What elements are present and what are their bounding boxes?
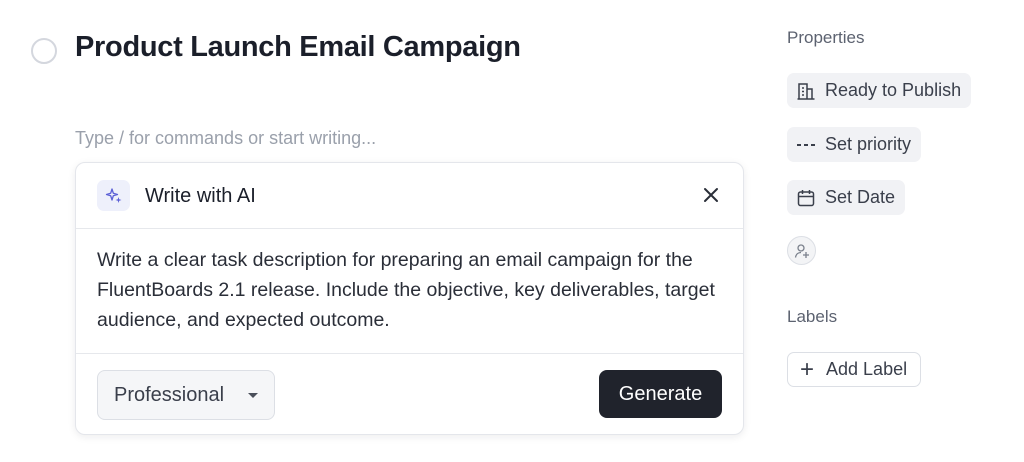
calendar-icon [795, 187, 817, 209]
task-title[interactable]: Product Launch Email Campaign [75, 31, 521, 64]
ai-panel-title: Write with AI [145, 185, 256, 207]
date-chip[interactable]: Set Date [787, 180, 906, 215]
close-icon[interactable] [699, 181, 723, 209]
ai-writer-panel: Write with AI Write a clear task descrip… [75, 162, 744, 435]
generate-button[interactable]: Generate [599, 370, 722, 418]
priority-chip-label: Set priority [825, 134, 912, 154]
priority-chip[interactable]: Set priority [787, 127, 922, 162]
task-status-toggle[interactable] [31, 38, 57, 64]
building-icon [795, 80, 817, 102]
dashes-icon [795, 134, 817, 156]
sparkle-icon [97, 180, 130, 211]
plus-icon: + [800, 355, 815, 383]
add-label-text: Add Label [826, 359, 908, 379]
add-label-button[interactable]: + Add Label [787, 352, 922, 387]
tone-select-value: Professional [114, 383, 225, 406]
date-chip-label: Set Date [825, 187, 896, 207]
ai-prompt-textarea[interactable]: Write a clear task description for prepa… [97, 245, 737, 335]
status-chip-label: Ready to Publish [825, 80, 962, 100]
properties-heading: Properties [787, 28, 865, 47]
ai-panel-header: Write with AI [76, 163, 743, 229]
status-chip[interactable]: Ready to Publish [787, 73, 972, 108]
editor-placeholder[interactable]: Type / for commands or start writing... [75, 128, 376, 149]
labels-heading: Labels [787, 307, 838, 326]
caret-down-icon [248, 393, 258, 398]
tone-select[interactable]: Professional [97, 370, 275, 420]
ai-panel-footer: Professional Generate [76, 353, 743, 435]
add-user-icon[interactable] [787, 236, 816, 265]
